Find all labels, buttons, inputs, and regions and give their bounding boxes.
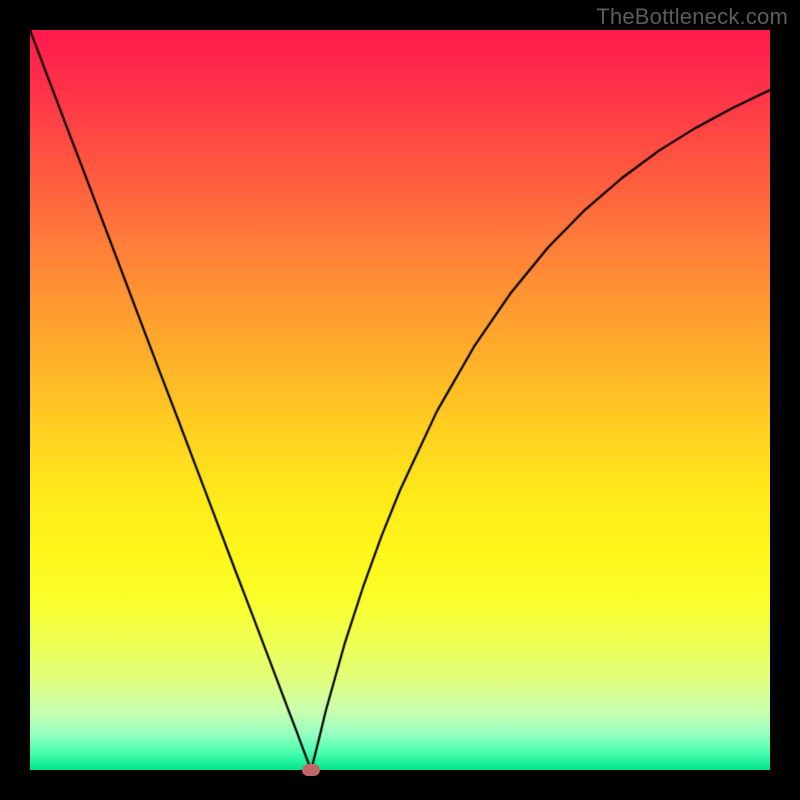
chart-plot-area: [30, 30, 770, 770]
bottleneck-curve-line: [30, 30, 770, 770]
watermark-text: TheBottleneck.com: [596, 4, 788, 30]
optimal-point-marker: [302, 764, 320, 776]
